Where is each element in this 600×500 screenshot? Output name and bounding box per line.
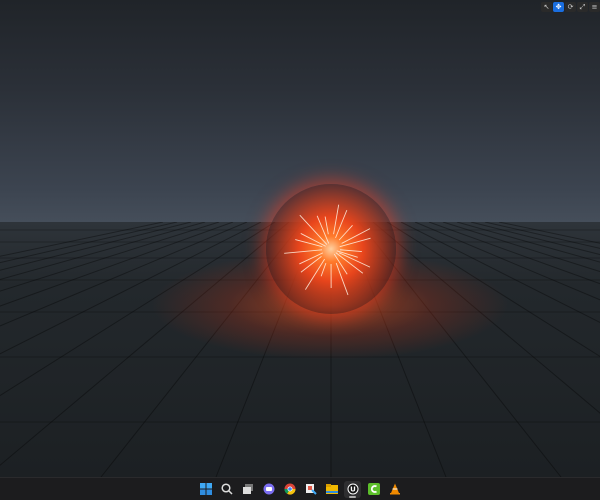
spark-particles [284,204,371,296]
paint-icon [305,484,317,495]
grid-line [414,222,600,301]
translate-mode-button[interactable]: ✥ [553,2,564,12]
spark [320,262,327,277]
task-view-icon [242,484,253,494]
rotate-icon: ⟳ [567,3,574,11]
start-button[interactable] [197,481,214,498]
grid-line [0,222,164,257]
grid-line [0,222,192,271]
spark [338,252,371,268]
grid-line [0,222,248,327]
chrome-icon [283,483,296,495]
select-icon: ↖ [543,3,550,11]
camtasia-icon [367,483,380,495]
task-view-button[interactable] [239,481,256,498]
spark [316,215,330,244]
search-button[interactable] [218,481,235,498]
vlc-icon [389,483,400,495]
transform-toolbar: ↖ ✥ ⟳ ⤢ ≡ [541,2,600,12]
unreal-engine-icon: U [347,483,358,495]
spark [339,249,362,253]
svg-text:U: U [350,486,356,494]
translate-icon: ✥ [555,3,562,11]
search-icon [220,483,233,495]
file-explorer-button[interactable] [323,481,340,498]
spark [295,239,323,248]
menu-icon: ≡ [591,3,598,11]
select-mode-button[interactable]: ↖ [541,2,552,12]
grid-line [0,222,234,307]
chat-icon [263,483,274,495]
unreal-engine-button[interactable]: U [344,480,361,498]
windows-taskbar: U [0,477,600,500]
spark [335,262,349,296]
grid-line [428,222,600,285]
spark [341,228,371,244]
chrome-button[interactable] [281,481,298,498]
chat-button[interactable] [260,481,277,498]
spark [324,216,329,235]
grid-line [484,222,600,249]
spark [338,225,353,241]
windows-start-icon [199,483,212,495]
vlc-button[interactable] [386,481,403,498]
grid-line [498,222,600,244]
spark [333,204,340,235]
grid-line [442,222,600,273]
paint-button[interactable] [302,481,319,498]
file-explorer-icon [325,484,338,494]
grid-line [456,222,600,263]
camtasia-button[interactable] [365,481,382,498]
grid-line [0,222,178,264]
rotate-mode-button[interactable]: ⟳ [565,2,576,12]
unreal-viewport[interactable]: ↖ ✥ ⟳ ⤢ ≡ [0,0,600,477]
scale-mode-button[interactable]: ⤢ [577,2,588,12]
spark [284,249,323,254]
scale-icon: ⤢ [579,3,586,11]
viewport-options-button[interactable]: ≡ [589,2,600,12]
